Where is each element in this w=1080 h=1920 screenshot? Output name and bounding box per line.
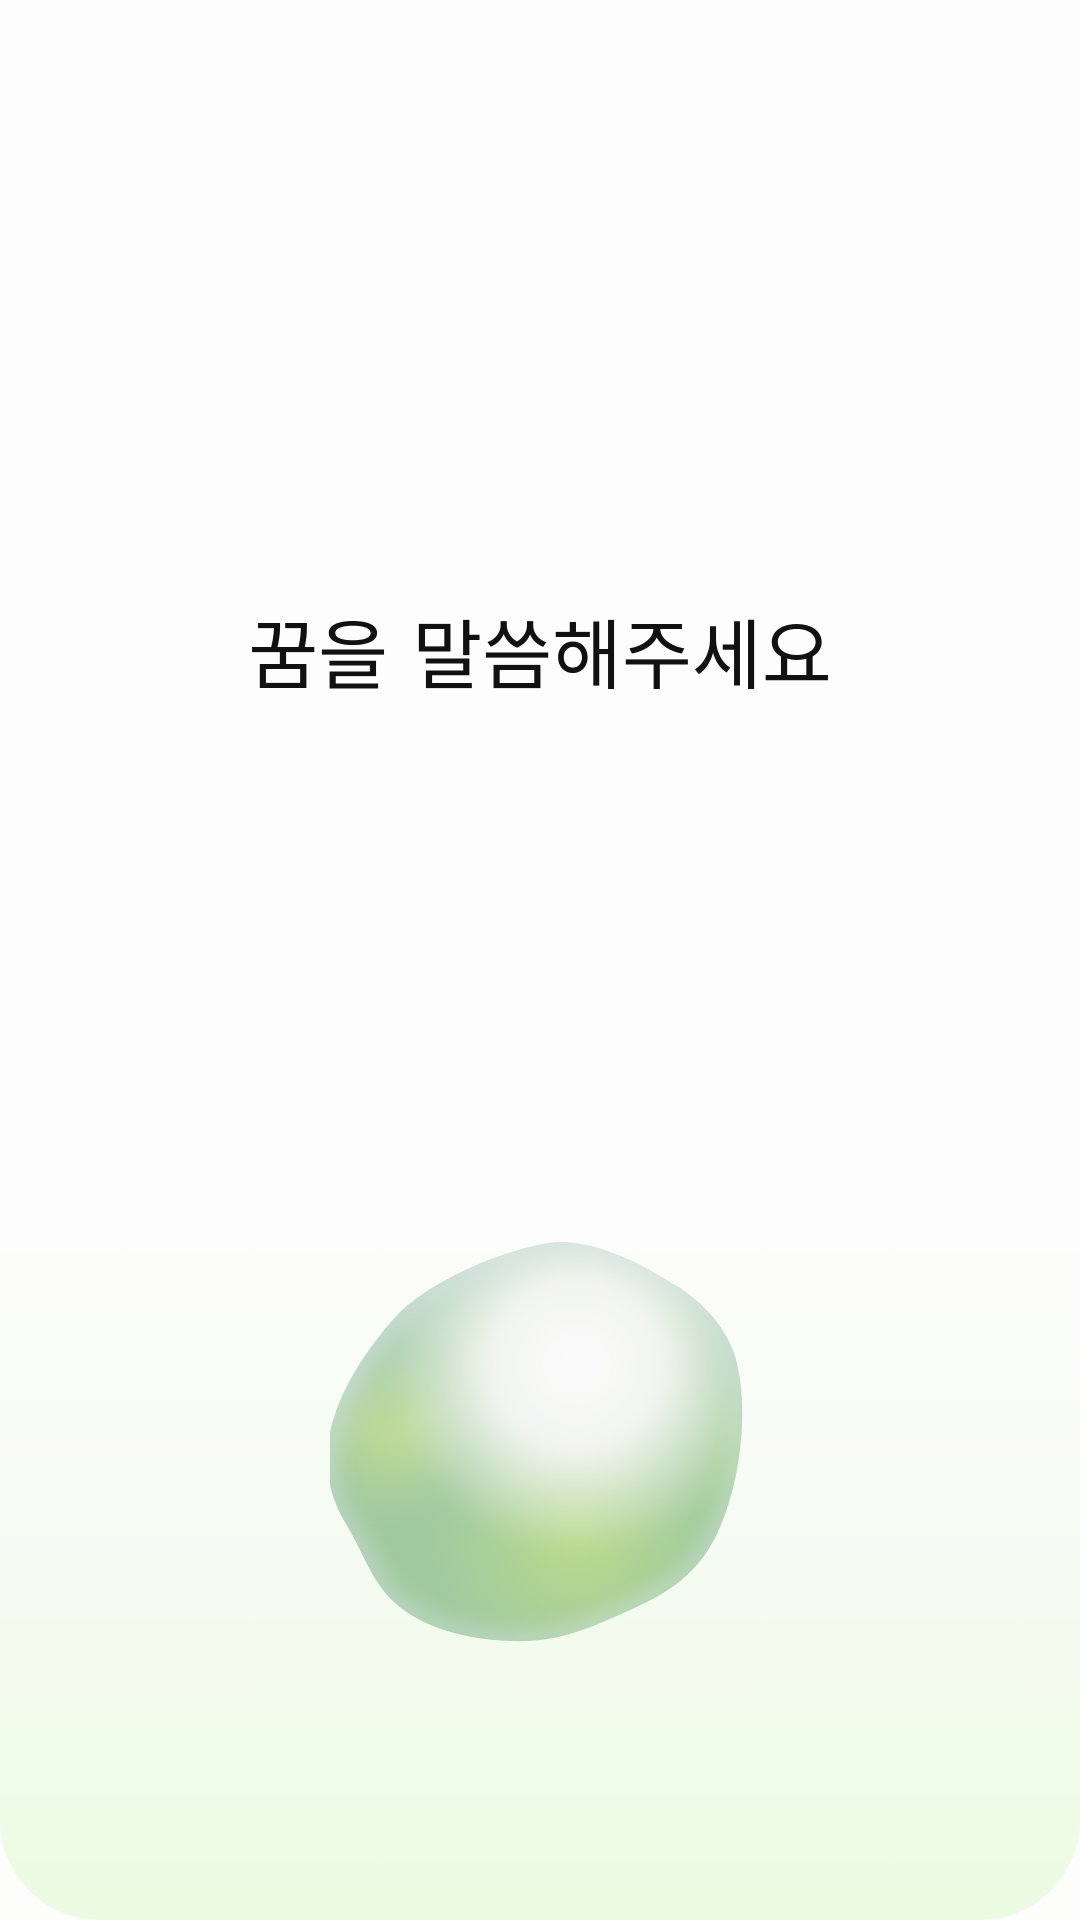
- prompt-text: 꿈을 말씀해주세요: [248, 612, 832, 701]
- voice-orb-button[interactable]: [330, 1236, 750, 1646]
- voice-input-screen: 꿈을 말씀해주세요: [0, 0, 1080, 1920]
- voice-orb-icon: [330, 1242, 743, 1642]
